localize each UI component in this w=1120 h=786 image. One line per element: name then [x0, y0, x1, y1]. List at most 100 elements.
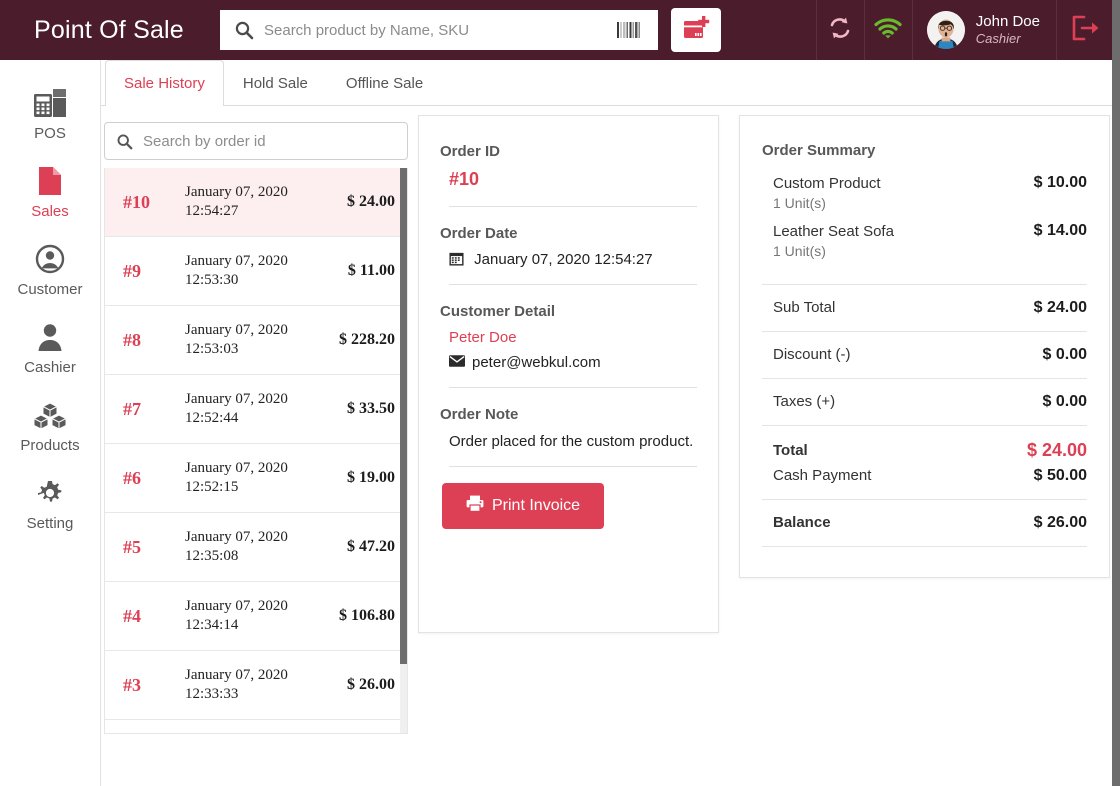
divider [449, 284, 697, 285]
user-info: John Doe Cashier [976, 13, 1040, 48]
wifi-icon [873, 16, 903, 45]
user-circle-icon [35, 240, 65, 274]
sidebar-item-label: Setting [26, 515, 74, 532]
order-amount: $ 19.00 [347, 469, 395, 486]
tab-sale-history[interactable]: Sale History [105, 60, 224, 106]
scrollbar-thumb[interactable] [1112, 0, 1120, 786]
search-icon [116, 133, 133, 150]
order-time: 12:33:33 [185, 686, 239, 702]
document-icon [37, 162, 63, 196]
subtotal-value: $ 24.00 [1033, 298, 1087, 316]
customer-name[interactable]: Peter Doe [440, 329, 697, 346]
tab-offline-sale[interactable]: Offline Sale [327, 60, 442, 106]
table-row[interactable]: #9 January 07, 2020 12:53:30 $ 11.00 [105, 237, 407, 306]
scrollbar-thumb[interactable] [400, 168, 407, 664]
taxes-value: $ 0.00 [1042, 392, 1087, 410]
taxes-row: Taxes (+) $ 0.00 [762, 379, 1087, 426]
order-id: #7 [123, 398, 141, 419]
pos-app: Point Of Sale Search product by Name, SK… [0, 0, 1120, 786]
sidebar-item-pos[interactable]: POS [0, 74, 100, 152]
sidebar-item-customer[interactable]: Customer [0, 230, 100, 308]
sidebar-item-sales[interactable]: Sales [0, 152, 100, 230]
search-input[interactable] [254, 21, 616, 39]
list-item: Leather Seat Sofa 1 Unit(s) $ 14.00 [762, 217, 1087, 265]
cash-payment-value: $ 50.00 [1033, 466, 1087, 484]
calendar-icon [449, 251, 468, 268]
order-time: 12:54:27 [185, 203, 239, 219]
table-row[interactable]: #10 January 07, 2020 12:54:27 $ 24.00 [105, 168, 407, 237]
sidebar-item-setting[interactable]: Setting [0, 464, 100, 542]
divider [449, 465, 697, 467]
order-date-text: January 07, 2020 12:54:27 [474, 251, 653, 268]
user-role: Cashier [975, 31, 1021, 47]
order-amount: $ 106.80 [339, 607, 395, 624]
table-row[interactable]: #3 January 07, 2020 12:33:33 $ 26.00 [105, 651, 407, 720]
table-row[interactable]: #7 January 07, 2020 12:52:44 $ 33.50 [105, 375, 407, 444]
order-date: January 07, 2020 [185, 252, 288, 269]
balance-row: Balance $ 26.00 [762, 500, 1087, 547]
printer-icon [466, 495, 484, 517]
order-search-input[interactable] [133, 132, 407, 150]
order-time: 12:52:44 [185, 410, 239, 426]
user-name: John Doe [975, 12, 1040, 30]
order-list-column: #10 January 07, 2020 12:54:27 $ 24.00 #9… [104, 115, 408, 734]
sidebar-item-label: Products [20, 437, 80, 454]
discount-value: $ 0.00 [1042, 345, 1087, 363]
avatar [926, 11, 965, 49]
sidebar-item-cashier[interactable]: Cashier [0, 308, 100, 386]
order-date: January 07, 2020 [185, 321, 288, 338]
sidebar-item-label: Cashier [24, 359, 76, 376]
table-row[interactable]: #8 January 07, 2020 12:53:03 $ 228.20 [105, 306, 407, 375]
user-menu[interactable]: John Doe Cashier [911, 0, 1056, 60]
tab-bar: Sale History Hold Sale Offline Sale [101, 60, 1112, 106]
product-search-box[interactable] [220, 10, 658, 50]
total-value: $ 24.00 [1026, 439, 1087, 460]
table-row[interactable]: #5 January 07, 2020 12:35:08 $ 47.20 [105, 513, 407, 582]
discount-row: Discount (-) $ 0.00 [762, 332, 1087, 379]
table-row[interactable]: #6 January 07, 2020 12:52:15 $ 19.00 [105, 444, 407, 513]
order-time: 12:53:03 [185, 341, 239, 357]
balance-label: Balance [773, 514, 831, 532]
order-detail-card: Order ID #10 Order Date January 07, 2020… [418, 115, 719, 633]
subtotal-label: Sub Total [773, 299, 836, 317]
sidebar-item-products[interactable]: Products [0, 386, 100, 464]
network-status-button[interactable] [863, 0, 912, 60]
order-id: #6 [123, 467, 141, 488]
sidebar-item-label: Sales [31, 203, 69, 220]
panels: #10 January 07, 2020 12:54:27 $ 24.00 #9… [101, 106, 1112, 734]
page-scrollbar[interactable] [1112, 0, 1120, 786]
sync-button[interactable] [815, 0, 864, 60]
app-header: Point Of Sale Search product by Name, SK… [0, 0, 1112, 60]
summary-item-name: Leather Seat Sofa [773, 223, 894, 241]
logout-button[interactable] [1056, 0, 1112, 60]
order-date: January 07, 2020 [185, 390, 288, 407]
cash-payment-row: Cash Payment $ 50.00 [762, 464, 1087, 500]
logout-icon [1070, 14, 1100, 47]
summary-item-amount: $ 10.00 [1033, 174, 1087, 191]
sidebar: POS Sales Customer Cashier Products Sett… [0, 60, 101, 786]
list-item: Custom Product 1 Unit(s) $ 10.00 [762, 169, 1087, 217]
table-row[interactable]: #4 January 07, 2020 12:34:14 $ 106.80 [105, 582, 407, 651]
pos-terminal-icon [33, 84, 67, 118]
order-date: January 07, 2020 [185, 597, 288, 614]
order-date: January 07, 2020 [185, 666, 288, 683]
discount-label: Discount (-) [773, 346, 851, 364]
print-invoice-button[interactable]: Print Invoice [442, 482, 605, 529]
customer-email-text: peter@webkul.com [472, 354, 601, 371]
tab-hold-sale[interactable]: Hold Sale [224, 60, 327, 106]
envelope-icon [449, 354, 465, 371]
order-search-box[interactable] [104, 122, 408, 160]
order-amount: $ 24.00 [347, 193, 395, 210]
barcode-icon[interactable] [616, 19, 642, 41]
order-list-scrollbar[interactable] [400, 168, 407, 733]
order-id: #8 [123, 329, 141, 350]
order-summary-title: Order Summary [762, 142, 876, 159]
new-sale-icon [681, 14, 711, 47]
new-sale-button[interactable] [671, 8, 721, 52]
gear-icon [35, 474, 65, 508]
order-time: 12:53:30 [185, 272, 239, 288]
print-invoice-label: Print Invoice [492, 496, 581, 514]
search-icon [234, 20, 254, 40]
sync-icon [826, 14, 854, 47]
subtotal-row: Sub Total $ 24.00 [762, 285, 1087, 332]
